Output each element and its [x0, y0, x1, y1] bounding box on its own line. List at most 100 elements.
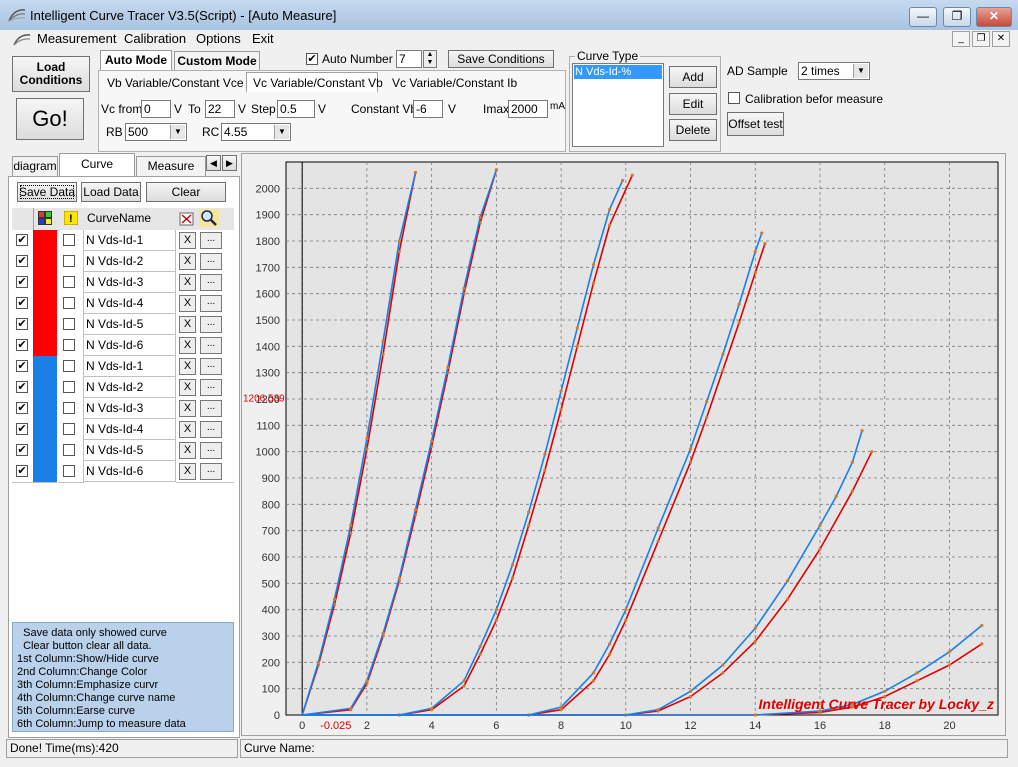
- tab-auto-mode[interactable]: Auto Mode: [100, 50, 172, 70]
- emphasize-checkbox[interactable]: [63, 339, 75, 351]
- jump-to-data-button[interactable]: ...: [200, 274, 222, 291]
- curve-color-swatch[interactable]: [33, 356, 57, 378]
- emphasize-checkbox[interactable]: [63, 402, 75, 414]
- go-button[interactable]: Go!: [16, 98, 84, 140]
- curve-color-swatch[interactable]: [33, 398, 57, 420]
- show-curve-checkbox[interactable]: ✔: [16, 297, 28, 309]
- curve-color-swatch[interactable]: [33, 293, 57, 315]
- show-curve-checkbox[interactable]: ✔: [16, 234, 28, 246]
- emphasize-checkbox[interactable]: [63, 297, 75, 309]
- curve-color-swatch[interactable]: [33, 314, 57, 336]
- auto-number-spinner[interactable]: ▲ ▼: [423, 50, 437, 68]
- close-button[interactable]: ✕: [976, 7, 1012, 27]
- curve-color-swatch[interactable]: [33, 461, 57, 483]
- emphasize-checkbox[interactable]: [63, 444, 75, 456]
- erase-curve-button[interactable]: X: [179, 337, 196, 354]
- show-curve-checkbox[interactable]: ✔: [16, 339, 28, 351]
- erase-curve-button[interactable]: X: [179, 295, 196, 312]
- menu-calibration[interactable]: Calibration: [124, 31, 186, 46]
- show-curve-checkbox[interactable]: ✔: [16, 444, 28, 456]
- curve-name-cell[interactable]: N Vds-Id-5: [84, 314, 176, 335]
- emphasize-checkbox[interactable]: [63, 234, 75, 246]
- emphasize-checkbox[interactable]: [63, 360, 75, 372]
- step-input[interactable]: 0.5: [277, 100, 315, 118]
- erase-curve-button[interactable]: X: [179, 232, 196, 249]
- tab-diagram[interactable]: diagram: [12, 156, 58, 176]
- show-curve-checkbox[interactable]: ✔: [16, 255, 28, 267]
- curve-color-swatch[interactable]: [33, 272, 57, 294]
- curve-type-list[interactable]: N Vds-Id-%: [572, 63, 664, 147]
- iv-curve-chart[interactable]: 0 2 4 6 8 10 12 14 16 18 2001002003004005006007008…: [242, 154, 1005, 735]
- tab-vc-variable-vb[interactable]: Vc Variable/Constant Vb: [253, 76, 383, 90]
- curve-color-swatch[interactable]: [33, 419, 57, 441]
- save-data-button[interactable]: Save Data: [17, 182, 77, 202]
- curve-color-swatch[interactable]: [33, 335, 57, 357]
- to-input[interactable]: 22: [205, 100, 235, 118]
- show-curve-checkbox[interactable]: ✔: [16, 465, 28, 477]
- jump-to-data-button[interactable]: ...: [200, 337, 222, 354]
- imax-input[interactable]: 2000: [508, 100, 548, 118]
- erase-curve-button[interactable]: X: [179, 316, 196, 333]
- curve-name-cell[interactable]: N Vds-Id-3: [84, 398, 176, 419]
- emphasize-checkbox[interactable]: [63, 465, 75, 477]
- ad-sample-select[interactable]: 2 times ▼: [798, 62, 870, 80]
- curve-name-cell[interactable]: N Vds-Id-6: [84, 461, 176, 482]
- edit-curve-type-button[interactable]: Edit: [669, 93, 717, 115]
- erase-curve-button[interactable]: X: [179, 358, 196, 375]
- tab-vc-variable-ib[interactable]: Vc Variable/Constant Ib: [392, 76, 517, 90]
- menu-exit[interactable]: Exit: [252, 31, 274, 46]
- load-conditions-button[interactable]: Load Conditions: [12, 56, 90, 92]
- offset-test-button[interactable]: Offset test: [727, 112, 784, 136]
- clear-button[interactable]: Clear: [146, 182, 226, 202]
- save-conditions-button[interactable]: Save Conditions: [448, 50, 554, 68]
- curve-name-cell[interactable]: N Vds-Id-1: [84, 356, 176, 377]
- mdi-restore-button[interactable]: ❐: [972, 31, 990, 47]
- curve-name-cell[interactable]: N Vds-Id-5: [84, 440, 176, 461]
- mdi-close-button[interactable]: ✕: [992, 31, 1010, 47]
- curve-color-swatch[interactable]: [33, 440, 57, 462]
- erase-curve-button[interactable]: X: [179, 442, 196, 459]
- curve-color-swatch[interactable]: [33, 230, 57, 252]
- jump-to-data-button[interactable]: ...: [200, 379, 222, 396]
- jump-to-data-button[interactable]: ...: [200, 358, 222, 375]
- rb-select[interactable]: 500 ▼: [125, 123, 187, 141]
- auto-number-checkbox[interactable]: ✔: [306, 53, 318, 65]
- menu-options[interactable]: Options: [196, 31, 241, 46]
- jump-to-data-button[interactable]: ...: [200, 232, 222, 249]
- tab-scroll-right-button[interactable]: ▶: [222, 155, 237, 171]
- show-curve-checkbox[interactable]: ✔: [16, 276, 28, 288]
- erase-curve-button[interactable]: X: [179, 463, 196, 480]
- curve-name-cell[interactable]: N Vds-Id-1: [84, 230, 176, 251]
- jump-to-data-button[interactable]: ...: [200, 316, 222, 333]
- vc-from-input[interactable]: 0: [141, 100, 171, 118]
- curve-color-swatch[interactable]: [33, 377, 57, 399]
- tab-vb-variable[interactable]: Vb Variable/Constant Vce: [107, 76, 244, 90]
- show-curve-checkbox[interactable]: ✔: [16, 360, 28, 372]
- add-curve-type-button[interactable]: Add: [669, 66, 717, 88]
- jump-to-data-button[interactable]: ...: [200, 253, 222, 270]
- calibration-checkbox[interactable]: [728, 92, 740, 104]
- curve-name-cell[interactable]: N Vds-Id-2: [84, 251, 176, 272]
- jump-to-data-button[interactable]: ...: [200, 463, 222, 480]
- emphasize-checkbox[interactable]: [63, 255, 75, 267]
- erase-curve-button[interactable]: X: [179, 421, 196, 438]
- curve-name-cell[interactable]: N Vds-Id-4: [84, 419, 176, 440]
- menu-measurement[interactable]: Measurement: [37, 31, 116, 46]
- mdi-minimize-button[interactable]: _: [952, 31, 970, 47]
- tab-custom-mode[interactable]: Custom Mode: [174, 51, 260, 70]
- rc-select[interactable]: 4.55 ▼: [221, 123, 291, 141]
- show-curve-checkbox[interactable]: ✔: [16, 423, 28, 435]
- jump-to-data-button[interactable]: ...: [200, 400, 222, 417]
- curve-name-cell[interactable]: N Vds-Id-4: [84, 293, 176, 314]
- tab-scroll-left-button[interactable]: ◀: [206, 155, 221, 171]
- tab-curve-control[interactable]: Curve Control: [59, 153, 135, 192]
- jump-to-data-button[interactable]: ...: [200, 442, 222, 459]
- emphasize-checkbox[interactable]: [63, 318, 75, 330]
- load-data-button[interactable]: Load Data: [81, 182, 141, 202]
- show-curve-checkbox[interactable]: ✔: [16, 381, 28, 393]
- plot-area[interactable]: [285, 161, 999, 716]
- emphasize-checkbox[interactable]: [63, 381, 75, 393]
- jump-to-data-button[interactable]: ...: [200, 421, 222, 438]
- delete-curve-type-button[interactable]: Delete: [669, 119, 717, 141]
- erase-curve-button[interactable]: X: [179, 274, 196, 291]
